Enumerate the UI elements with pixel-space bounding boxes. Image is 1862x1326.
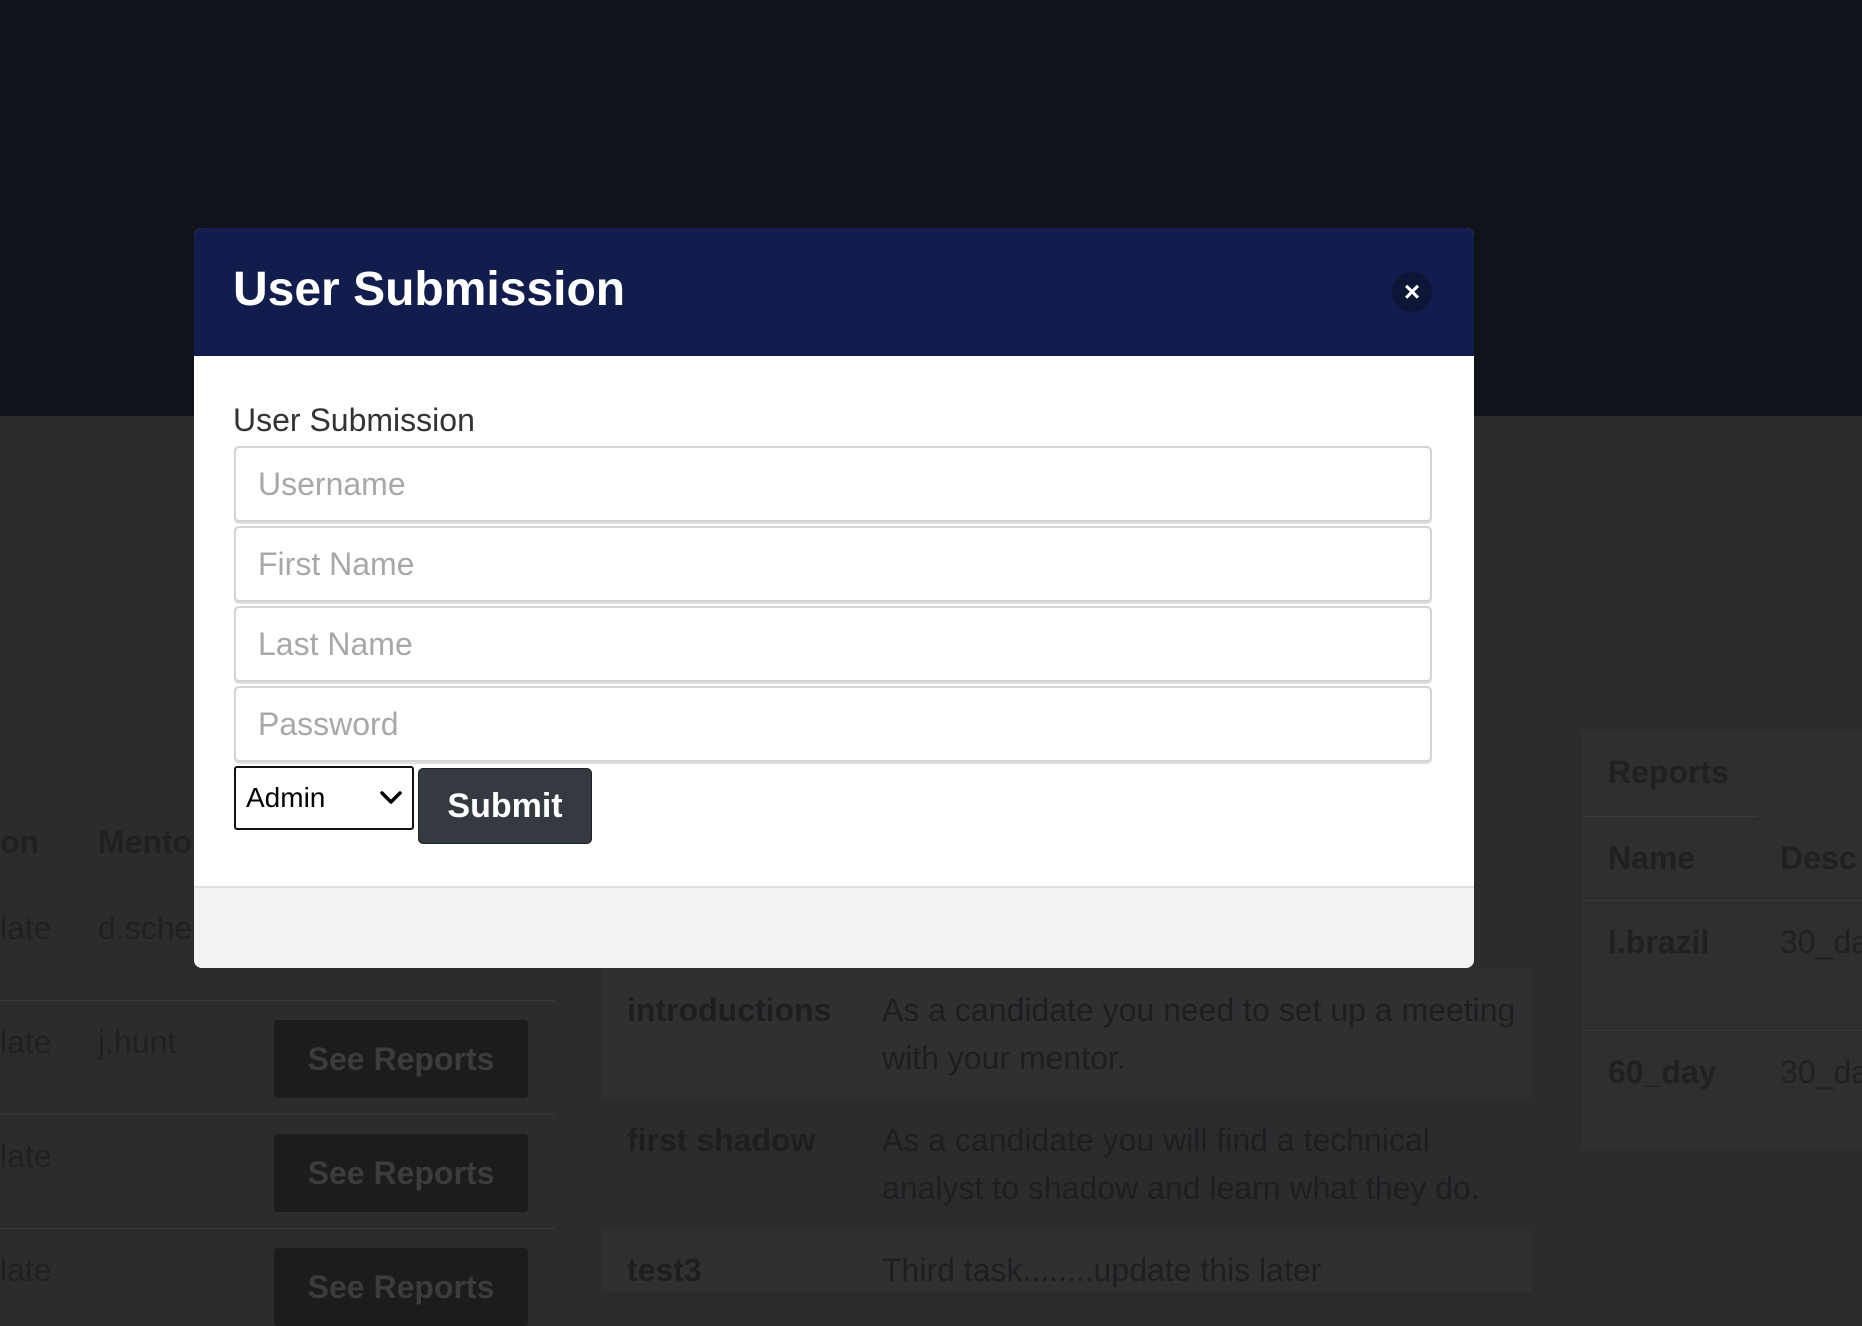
close-icon[interactable]: ×: [1392, 272, 1432, 312]
modal-title: User Submission: [233, 263, 626, 316]
password-input[interactable]: [234, 686, 1432, 762]
username-input[interactable]: [234, 446, 1432, 522]
modal-header: User Submission ×: [194, 228, 1474, 356]
role-select-value: Admin: [246, 782, 326, 813]
role-select[interactable]: Admin: [234, 766, 414, 830]
first-name-input[interactable]: [234, 526, 1432, 602]
last-name-input[interactable]: [234, 606, 1432, 682]
modal-footer: [194, 886, 1474, 968]
submit-button[interactable]: Submit: [418, 768, 592, 844]
chevron-down-icon: [380, 785, 402, 811]
form-label: User Submission: [233, 402, 475, 438]
user-submission-modal: User Submission × User Submission Admin …: [194, 228, 1474, 968]
